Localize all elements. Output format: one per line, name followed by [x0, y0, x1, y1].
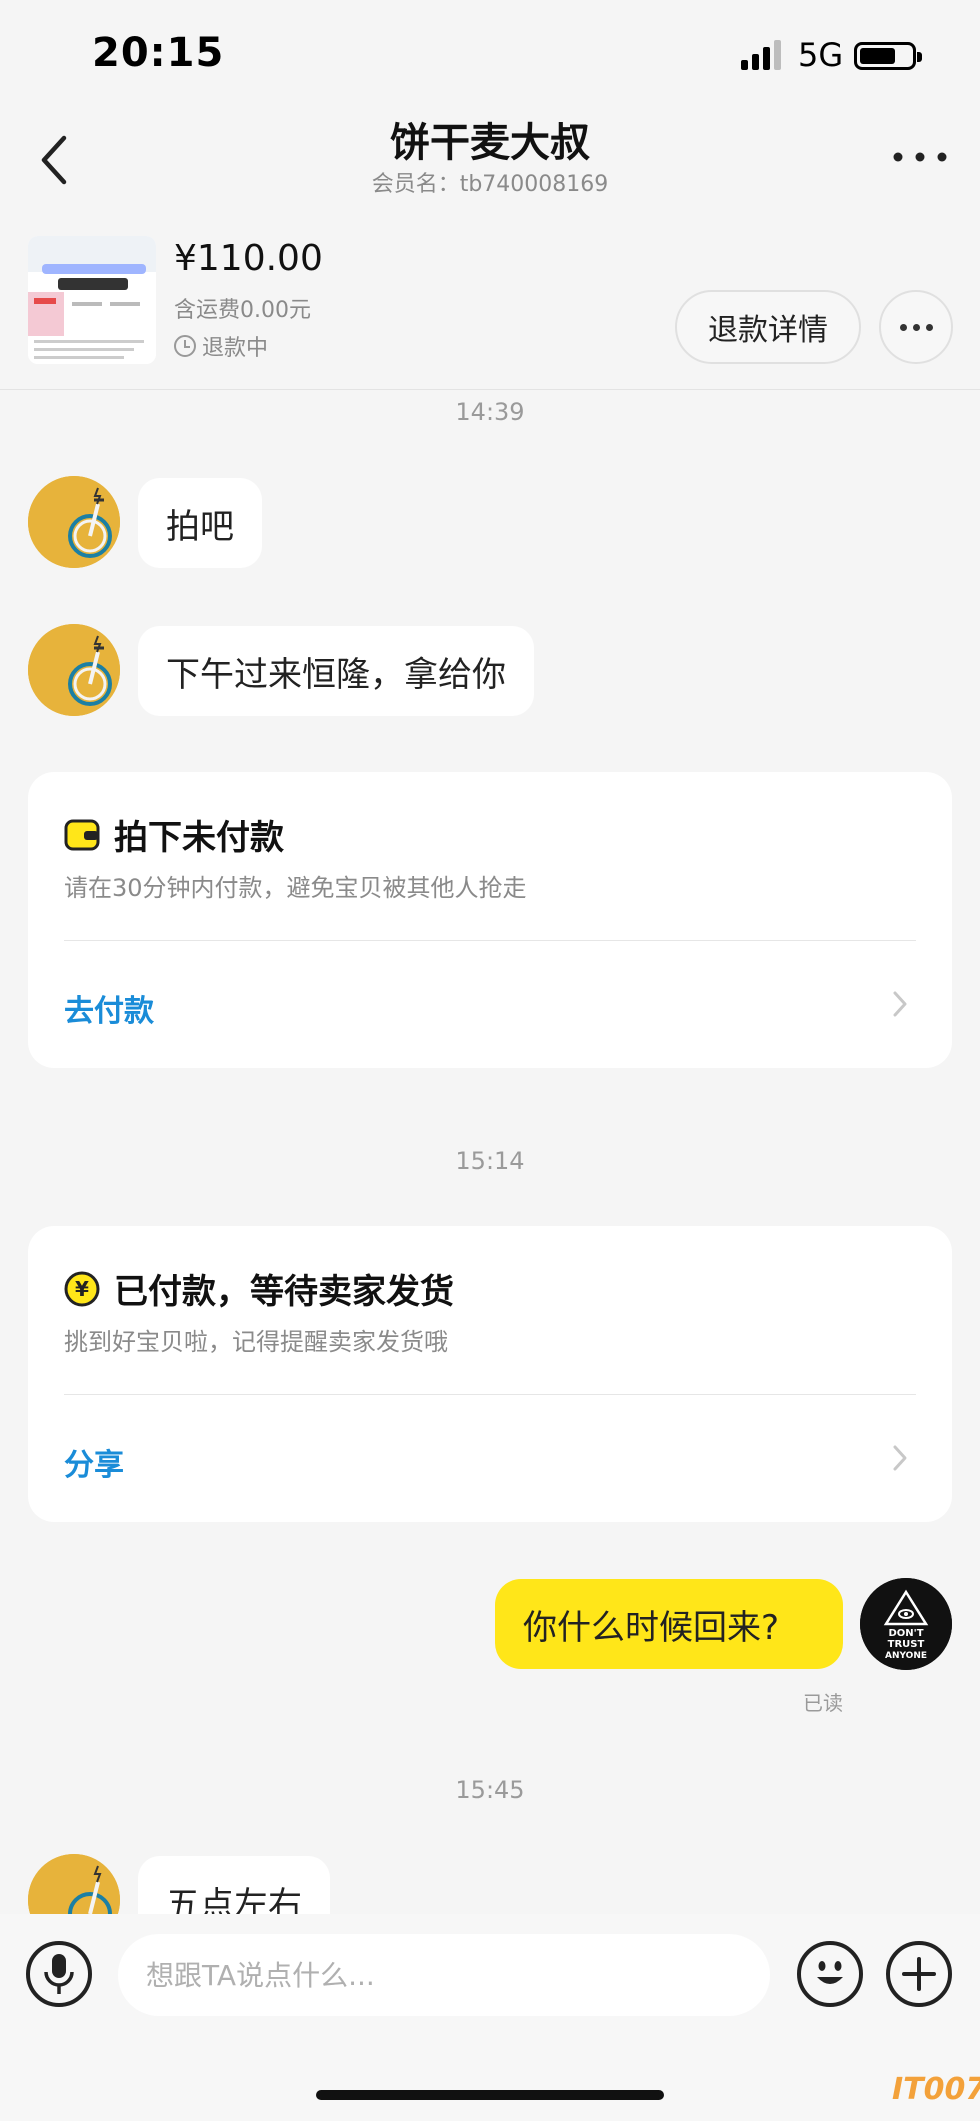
smiley-icon — [817, 1961, 843, 1984]
emoji-button[interactable] — [797, 1941, 863, 2007]
wallet-icon — [64, 819, 100, 850]
shipping-fee: 含运费0.00元 — [174, 298, 311, 323]
watermark-logo: IT007 — [892, 2072, 980, 2107]
order-card-unpaid[interactable]: 拍下未付款 请在30分钟内付款，避免宝贝被其他人抢走 去付款 — [28, 772, 952, 1068]
card-title: 拍下未付款 — [114, 818, 284, 858]
battery-icon — [854, 42, 922, 70]
yen-coin-icon: ¥ — [64, 1271, 100, 1306]
order-price: ¥110.00 — [174, 238, 323, 279]
plus-icon — [902, 1957, 936, 1991]
read-status: 已读 — [803, 1691, 843, 1715]
message-bubble-incoming[interactable]: 下午过来恒隆，拿给你 — [138, 626, 534, 716]
timestamp: 14:39 — [455, 398, 525, 426]
microphone-icon — [44, 1954, 74, 1994]
status-time: 20:15 — [92, 30, 225, 76]
my-avatar[interactable]: DON'T TRUST ANYONE — [860, 1578, 952, 1670]
refund-status: 退款中 — [174, 330, 268, 362]
chat-title: 饼干麦大叔 — [390, 120, 590, 166]
battery-fill — [860, 48, 895, 64]
refund-details-button[interactable]: 退款详情 — [675, 290, 861, 364]
bicycle-icon — [28, 624, 120, 716]
eye-triangle-icon: DON'T TRUST ANYONE — [860, 1578, 952, 1670]
avatar-text: DON'T — [888, 1628, 923, 1639]
card-title: 已付款，等待卖家发货 — [114, 1272, 454, 1312]
card-description: 挑到好宝贝啦，记得提醒卖家发货哦 — [64, 1328, 448, 1356]
more-icon[interactable] — [890, 142, 950, 172]
bicycle-icon — [28, 476, 120, 568]
more-dots-icon — [899, 323, 933, 331]
refund-status-label: 退款中 — [202, 336, 269, 361]
seller-avatar[interactable] — [28, 476, 120, 568]
chevron-right-icon — [893, 1445, 907, 1471]
member-name: tb740008169 — [459, 172, 609, 197]
order-card-paid[interactable]: ¥ 已付款，等待卖家发货 挑到好宝贝啦，记得提醒卖家发货哦 分享 — [28, 1226, 952, 1522]
message-bubble-outgoing[interactable]: 你什么时候回来? — [495, 1579, 843, 1669]
seller-avatar[interactable] — [28, 1854, 120, 1914]
member-prefix: 会员名： — [371, 172, 460, 197]
card-description: 请在30分钟内付款，避免宝贝被其他人抢走 — [64, 874, 527, 902]
product-thumbnail[interactable] — [28, 236, 156, 364]
card-header: ¥ 已付款，等待卖家发货 — [64, 1264, 454, 1313]
member-name-line: 会员名：tb740008169 — [0, 166, 980, 198]
message-input[interactable] — [118, 1934, 770, 2016]
signal-icon — [741, 40, 781, 70]
divider — [64, 940, 916, 941]
seller-avatar[interactable] — [28, 624, 120, 716]
product-image — [28, 236, 156, 364]
go-pay-link[interactable]: 去付款 — [64, 986, 154, 1030]
divider — [64, 1394, 916, 1395]
share-link[interactable]: 分享 — [64, 1440, 124, 1484]
message-bubble-incoming[interactable]: 拍吧 — [138, 478, 262, 568]
avatar-text: TRUST — [888, 1639, 925, 1650]
voice-button[interactable] — [26, 1941, 92, 2007]
clock-icon — [174, 335, 196, 357]
order-summary[interactable]: ¥110.00 含运费0.00元 退款中 退款详情 — [0, 226, 980, 390]
message-bubble-incoming[interactable]: 五点左右 — [138, 1856, 330, 1914]
yen-symbol: ¥ — [75, 1277, 89, 1301]
timestamp: 15:45 — [455, 1776, 525, 1804]
chevron-right-icon — [893, 991, 907, 1017]
home-indicator[interactable] — [316, 2090, 664, 2100]
add-button[interactable] — [886, 1941, 952, 2007]
order-more-button[interactable] — [879, 290, 953, 364]
bicycle-icon — [28, 1854, 120, 1914]
message-row-clipped: 五点左右 — [0, 1850, 980, 1914]
avatar-text: ANYONE — [885, 1651, 927, 1661]
network-label: 5G — [798, 36, 844, 74]
timestamp: 15:14 — [455, 1147, 525, 1175]
card-header: 拍下未付款 — [64, 810, 284, 859]
